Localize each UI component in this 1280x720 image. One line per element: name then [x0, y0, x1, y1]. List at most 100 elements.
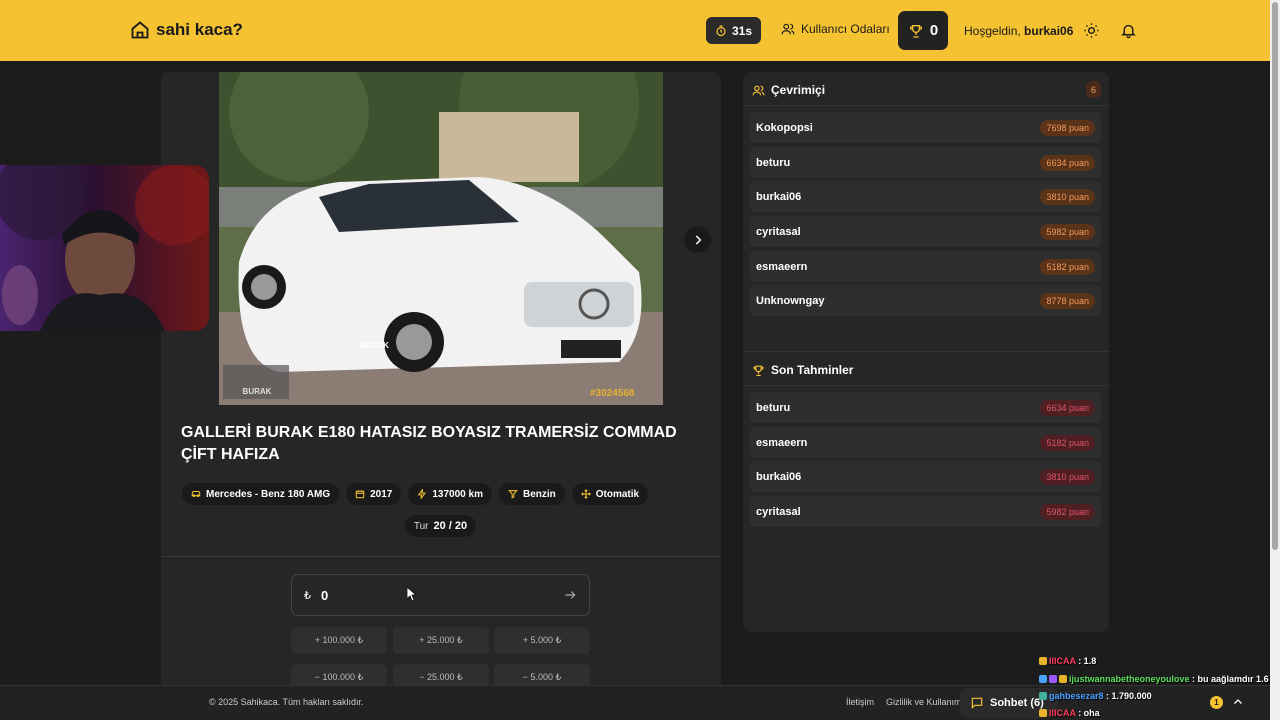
- score-value: 0: [929, 22, 939, 39]
- chat-label: Sohbet (6): [990, 697, 1044, 709]
- spec-fuel: Benzin: [498, 483, 565, 505]
- badge-icon: [1039, 675, 1047, 683]
- add-100000-button[interactable]: + 100.000 ₺: [291, 627, 387, 654]
- car-specs: Mercedes - Benz 180 AMG 2017 137000 km B…: [182, 483, 649, 505]
- chevron-up-icon[interactable]: [1232, 696, 1244, 708]
- chat-user: IIICAA: [1049, 656, 1076, 666]
- section-divider: [161, 556, 721, 557]
- guess-points: 3810 puan: [1040, 468, 1095, 485]
- spec-transmission: Otomatik: [571, 483, 649, 505]
- guess-user: burkai06: [756, 470, 802, 483]
- badge-icon: [1039, 657, 1047, 665]
- online-title: Çevrimiçi: [771, 83, 826, 97]
- fuel-icon: [508, 490, 518, 499]
- next-image-button[interactable]: [684, 226, 711, 253]
- users-icon: [752, 85, 765, 95]
- gear-icon: [580, 489, 591, 499]
- score-button[interactable]: 0: [898, 11, 948, 50]
- timer-value: 31s: [731, 23, 753, 38]
- online-count-badge: 6: [1086, 81, 1101, 98]
- recent-title: Son Tahminler: [771, 363, 854, 377]
- chat-message: : 1.8: [1078, 656, 1097, 666]
- calendar-icon: [355, 490, 365, 499]
- listing-title: GALLERİ BURAK E180 HATASIZ BOYASIZ TRAME…: [181, 424, 677, 463]
- plate-brand: BURAK: [360, 341, 389, 350]
- chat-bubble-icon: [971, 697, 983, 710]
- online-header: Çevrimiçi: [752, 83, 825, 97]
- photo-watermark: #3024568: [590, 388, 635, 399]
- user-name: Kokopopsi: [756, 121, 813, 134]
- guess-user: esmaeern: [756, 436, 808, 449]
- spec-model: Mercedes - Benz 180 AMG: [182, 483, 340, 505]
- recent-guess-row: esmaeern 5182 puan: [750, 427, 1101, 458]
- user-points: 8778 puan: [1040, 292, 1095, 309]
- spec-mileage-label: 137000 km: [432, 488, 483, 500]
- online-user-row: Unknowngay 8778 puan: [750, 285, 1101, 316]
- guess-points: 6634 puan: [1040, 399, 1095, 416]
- user-rooms-link[interactable]: Kullanıcı Odaları: [781, 22, 890, 36]
- scrollbar-thumb[interactable]: [1272, 2, 1278, 550]
- round-value: 20 / 20: [433, 520, 468, 532]
- round-indicator: Tur 20 / 20: [405, 515, 476, 537]
- badge-icon: [1049, 675, 1057, 683]
- chevron-right-icon: [695, 234, 701, 245]
- privacy-link[interactable]: Gizlilik ve Kullanım: [886, 697, 960, 707]
- chat-unread-badge: 1: [1210, 696, 1223, 709]
- chat-message: : 1.790.000: [1106, 691, 1152, 701]
- trophy-icon: [909, 24, 922, 38]
- online-user-row: esmaeern 5182 puan: [750, 251, 1101, 282]
- spec-transmission-label: Otomatik: [595, 488, 640, 500]
- add-5000-button[interactable]: + 5.000 ₺: [494, 627, 590, 654]
- photo-brand-logo: BURAK: [242, 387, 272, 396]
- chat-user: gahbesezar8: [1049, 691, 1104, 701]
- username[interactable]: burkai06: [1024, 24, 1073, 38]
- spec-mileage: 137000 km: [408, 483, 492, 505]
- user-points: 5182 puan: [1040, 258, 1095, 275]
- gauge-icon: [418, 489, 427, 499]
- chat-message: : bu aağlamdır 1.6: [1192, 674, 1269, 684]
- site-logo[interactable]: sahi kaca?: [130, 20, 243, 40]
- chat-user: ijustwannabetheoneyoulove: [1069, 674, 1190, 684]
- arrow-right-icon[interactable]: [563, 588, 577, 602]
- sun-icon[interactable]: [1083, 22, 1100, 39]
- stream-chat-line: gahbesezar8 : 1.790.000: [1039, 691, 1152, 701]
- badge-icon: [1039, 692, 1047, 700]
- price-guess-input[interactable]: ₺ 0: [291, 574, 590, 616]
- recent-guess-row: burkai06 3810 puan: [750, 461, 1101, 492]
- round-label: Tur: [413, 520, 429, 532]
- spec-year: 2017: [346, 483, 402, 505]
- online-user-row: beturu 6634 puan: [750, 147, 1101, 178]
- user-points: 3810 puan: [1040, 188, 1095, 205]
- badge-icon: [1039, 709, 1047, 717]
- welcome-text: Hoşgeldin, burkai06: [964, 24, 1073, 38]
- stream-chat-line: ijustwannabetheoneyoulove : bu aağlamdır…: [1039, 674, 1269, 684]
- user-points: 6634 puan: [1040, 154, 1095, 171]
- user-name: burkai06: [756, 190, 802, 203]
- recent-guesses-header: Son Tahminler: [752, 363, 853, 377]
- user-name: Unknowngay: [756, 294, 825, 307]
- welcome-prefix: Hoşgeldin,: [964, 24, 1021, 38]
- mouse-cursor-icon: [407, 587, 416, 601]
- guess-user: beturu: [756, 401, 791, 414]
- guess-points: 5182 puan: [1040, 434, 1095, 451]
- user-name: esmaeern: [756, 260, 808, 273]
- stopwatch-icon: [716, 24, 726, 36]
- guess-value[interactable]: 0: [321, 588, 563, 603]
- user-points: 5982 puan: [1040, 223, 1095, 240]
- guess-user: cyritasal: [756, 505, 801, 518]
- online-divider: [743, 105, 1109, 106]
- recent-guess-row: beturu 6634 puan: [750, 392, 1101, 423]
- rooms-label: Kullanıcı Odaları: [801, 22, 890, 36]
- add-25000-button[interactable]: + 25.000 ₺: [393, 627, 489, 654]
- recent-divider: [743, 385, 1109, 386]
- logo-text: sahi kaca?: [156, 20, 243, 39]
- online-user-row: cyritasal 5982 puan: [750, 216, 1101, 247]
- round-timer: 31s: [706, 17, 761, 44]
- users-icon: [781, 23, 795, 35]
- contact-link[interactable]: İletişim: [846, 697, 874, 707]
- guess-points: 5982 puan: [1040, 503, 1095, 520]
- user-name: cyritasal: [756, 225, 801, 238]
- spec-fuel-label: Benzin: [522, 488, 556, 500]
- bell-icon[interactable]: [1120, 22, 1137, 39]
- chat-user: IIICAA: [1049, 708, 1076, 718]
